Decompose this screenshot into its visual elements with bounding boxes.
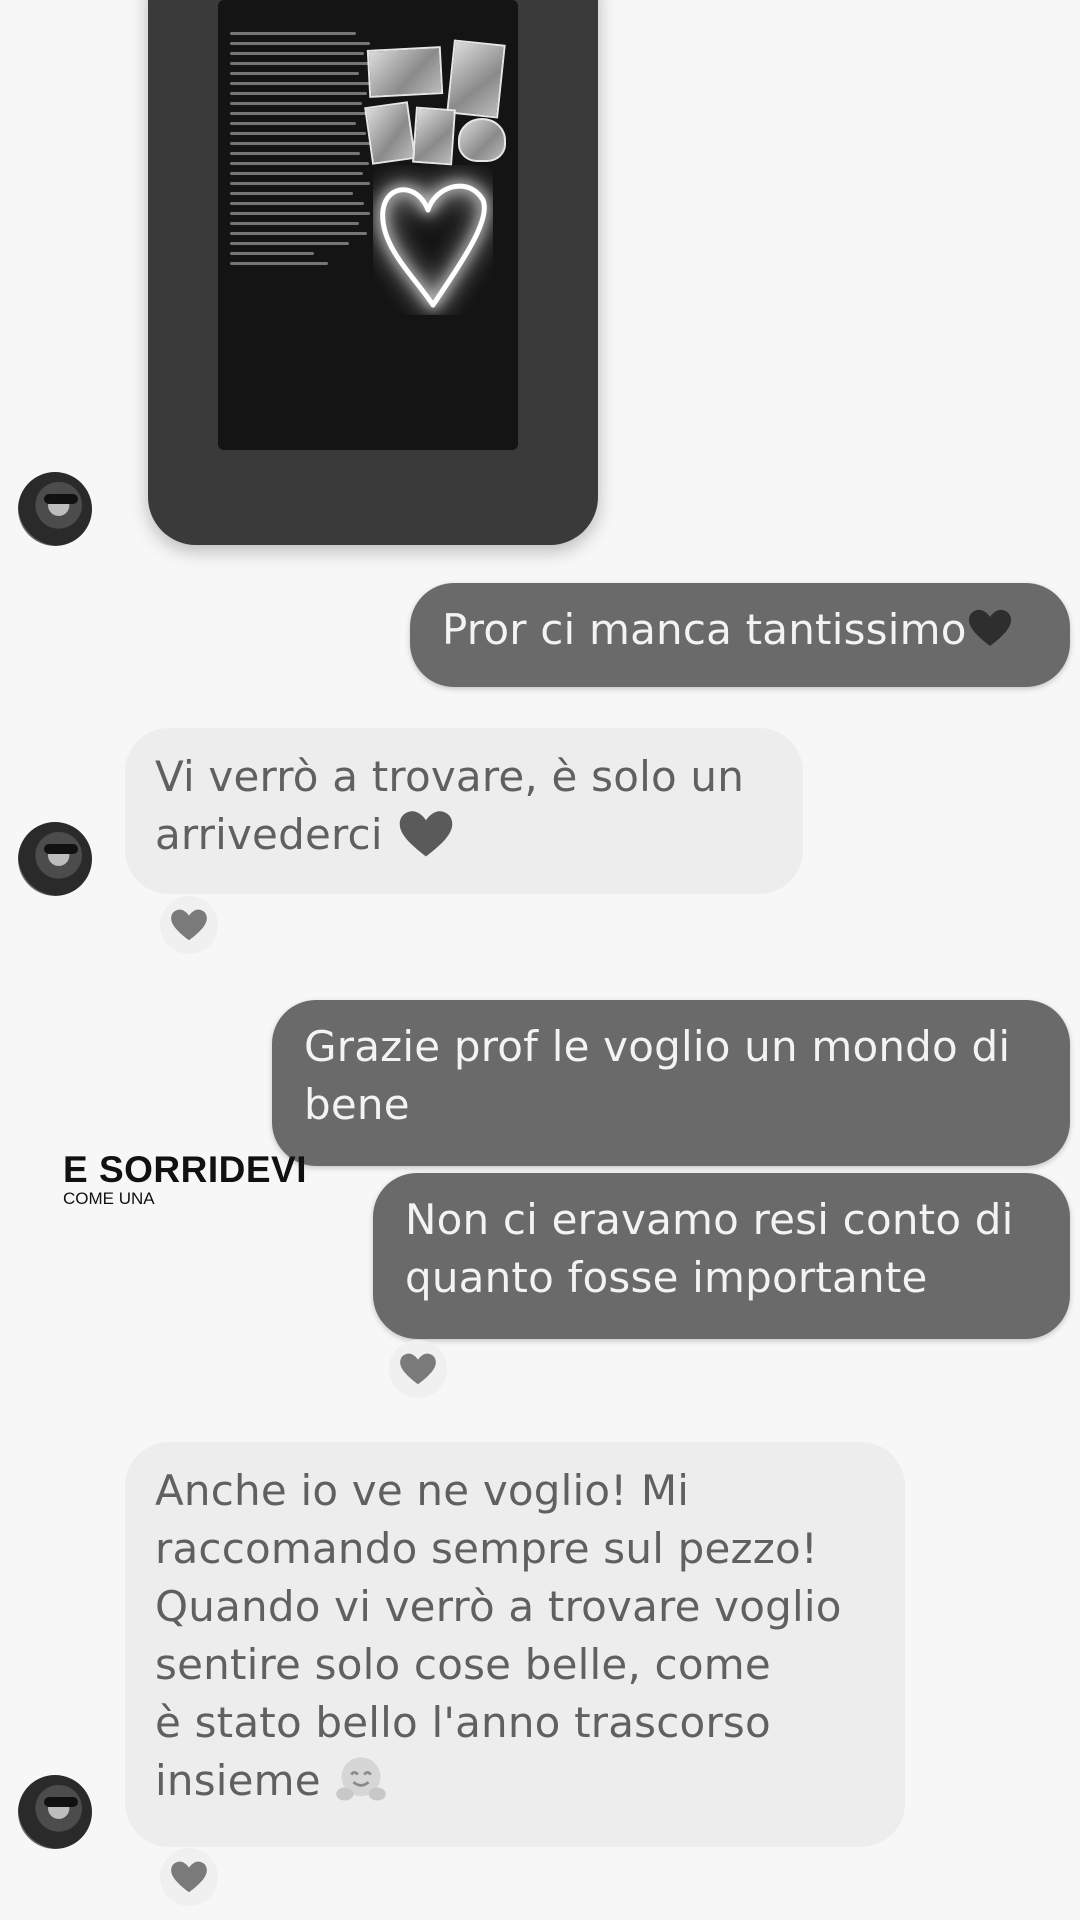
message-text: bene <box>304 1080 410 1129</box>
message-text: è stato bello l'anno trascorso <box>155 1698 771 1747</box>
message-text-line: insieme <box>155 1756 321 1805</box>
message-bubble-incoming[interactable]: Vi verrò a trovare, è solo un arrivederc… <box>125 728 803 894</box>
avatar[interactable] <box>18 822 92 896</box>
neon-heart-icon <box>380 183 487 308</box>
overlay-caption: E SORRIDEVI COME UNA <box>63 1150 307 1208</box>
message-text: raccomando sempre sul pezzo! <box>155 1524 818 1573</box>
heart-icon <box>400 811 453 857</box>
reaction-badge[interactable] <box>160 1848 218 1906</box>
message-text: arrivederci <box>155 806 773 864</box>
story-preview <box>218 0 518 450</box>
heart-icon <box>400 1353 436 1385</box>
message-text: insieme <box>155 1752 875 1810</box>
message-text: Grazie prof le voglio un mondo di <box>304 1022 1011 1071</box>
message-text: Quando vi verrò a trovare voglio <box>155 1582 842 1631</box>
avatar[interactable] <box>18 472 92 546</box>
story-photo <box>446 39 506 119</box>
message-bubble-outgoing[interactable]: Non ci eravamo resi conto di quanto foss… <box>373 1173 1070 1339</box>
message-bubble-incoming[interactable]: Anche io ve ne voglio! Mi raccomando sem… <box>125 1442 905 1847</box>
message-text: sentire solo cose belle, come <box>155 1640 771 1689</box>
story-photo <box>458 118 506 162</box>
message-text: Vi verrò a trovare, è solo un <box>155 752 745 801</box>
heart-icon <box>171 909 207 941</box>
avatar[interactable] <box>18 1775 92 1849</box>
message-text-line: arrivederci <box>155 810 383 859</box>
heart-icon <box>171 1861 207 1893</box>
message-text: Anche io ve ne voglio! Mi <box>155 1466 690 1515</box>
story-photo <box>364 101 416 165</box>
hugging-face-icon <box>336 1757 387 1801</box>
overlay-subtitle: COME UNA <box>63 1189 155 1208</box>
message-text: Non ci eravamo resi conto di <box>405 1195 1014 1244</box>
story-text-block <box>230 32 370 272</box>
story-photo <box>366 46 444 98</box>
heart-icon <box>968 609 1011 646</box>
reaction-badge[interactable] <box>389 1340 447 1398</box>
message-text: quanto fosse importante <box>405 1253 928 1302</box>
overlay-title: E SORRIDEVI <box>63 1149 307 1190</box>
story-photo <box>412 106 456 166</box>
message-text: Pror ci manca tantissimo <box>442 605 967 654</box>
message-bubble-outgoing[interactable]: Grazie prof le voglio un mondo di bene <box>272 1000 1070 1166</box>
message-bubble-outgoing[interactable]: Pror ci manca tantissimo <box>410 583 1070 687</box>
shared-story-card[interactable] <box>148 0 598 545</box>
reaction-badge[interactable] <box>160 896 218 954</box>
